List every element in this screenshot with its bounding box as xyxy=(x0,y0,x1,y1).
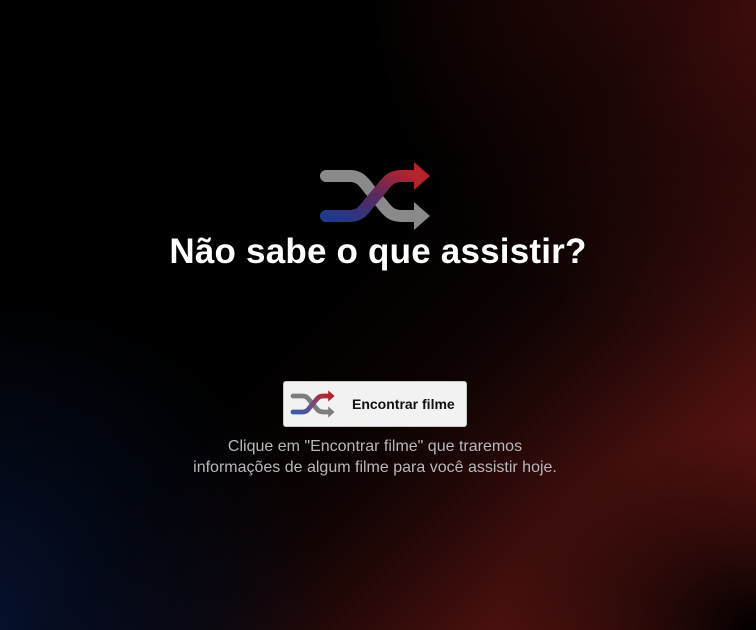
find-movie-button[interactable]: Encontrar filme xyxy=(283,381,467,427)
instructions-line-2: informações de algum filme para você ass… xyxy=(193,459,557,476)
find-movie-button-label: Encontrar filme xyxy=(352,396,455,412)
instructions-line-1: Clique em "Encontrar filme" que traremos xyxy=(227,438,523,455)
background-corner-shade xyxy=(0,0,756,630)
page-title: Não sabe o que assistir? xyxy=(169,232,587,271)
shuffle-icon xyxy=(320,162,430,230)
shuffle-icon xyxy=(290,390,335,418)
instructions-text: Clique em "Encontrar filme" que traremos… xyxy=(100,436,650,478)
